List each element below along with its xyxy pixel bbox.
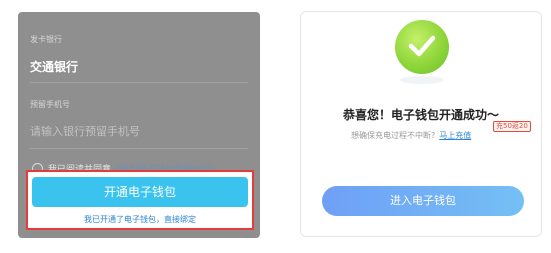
phone-input[interactable]: 请输入银行预留手机号 xyxy=(30,123,140,139)
check-circle-icon xyxy=(395,20,449,74)
divider xyxy=(30,82,248,83)
open-wallet-button[interactable]: 开通电子钱包 xyxy=(32,177,248,207)
bank-label: 发卡银行 xyxy=(30,35,62,44)
phone-label: 预留手机号 xyxy=(30,100,70,109)
bank-value[interactable]: 交通银行 xyxy=(30,58,78,75)
divider xyxy=(30,148,248,149)
already-opened-link[interactable]: 我已开通了电子钱包，直接绑定 xyxy=(28,214,252,225)
recharge-prompt: 想确保充电过程不中断? 马上充值 xyxy=(351,130,471,141)
success-card: 恭喜您！电子钱包开通成功～ 充50返20 想确保充电过程不中断? 马上充值 进入电… xyxy=(300,11,542,237)
icon-shadow xyxy=(400,76,444,84)
recharge-question: 想确保充电过程不中断? xyxy=(351,131,436,140)
enter-wallet-button[interactable]: 进入电子钱包 xyxy=(322,186,524,216)
promo-badge: 充50返20 xyxy=(493,121,531,132)
highlighted-action-area: 开通电子钱包 我已开通了电子钱包，直接绑定 xyxy=(26,170,254,230)
recharge-link[interactable]: 马上充值 xyxy=(439,131,471,140)
